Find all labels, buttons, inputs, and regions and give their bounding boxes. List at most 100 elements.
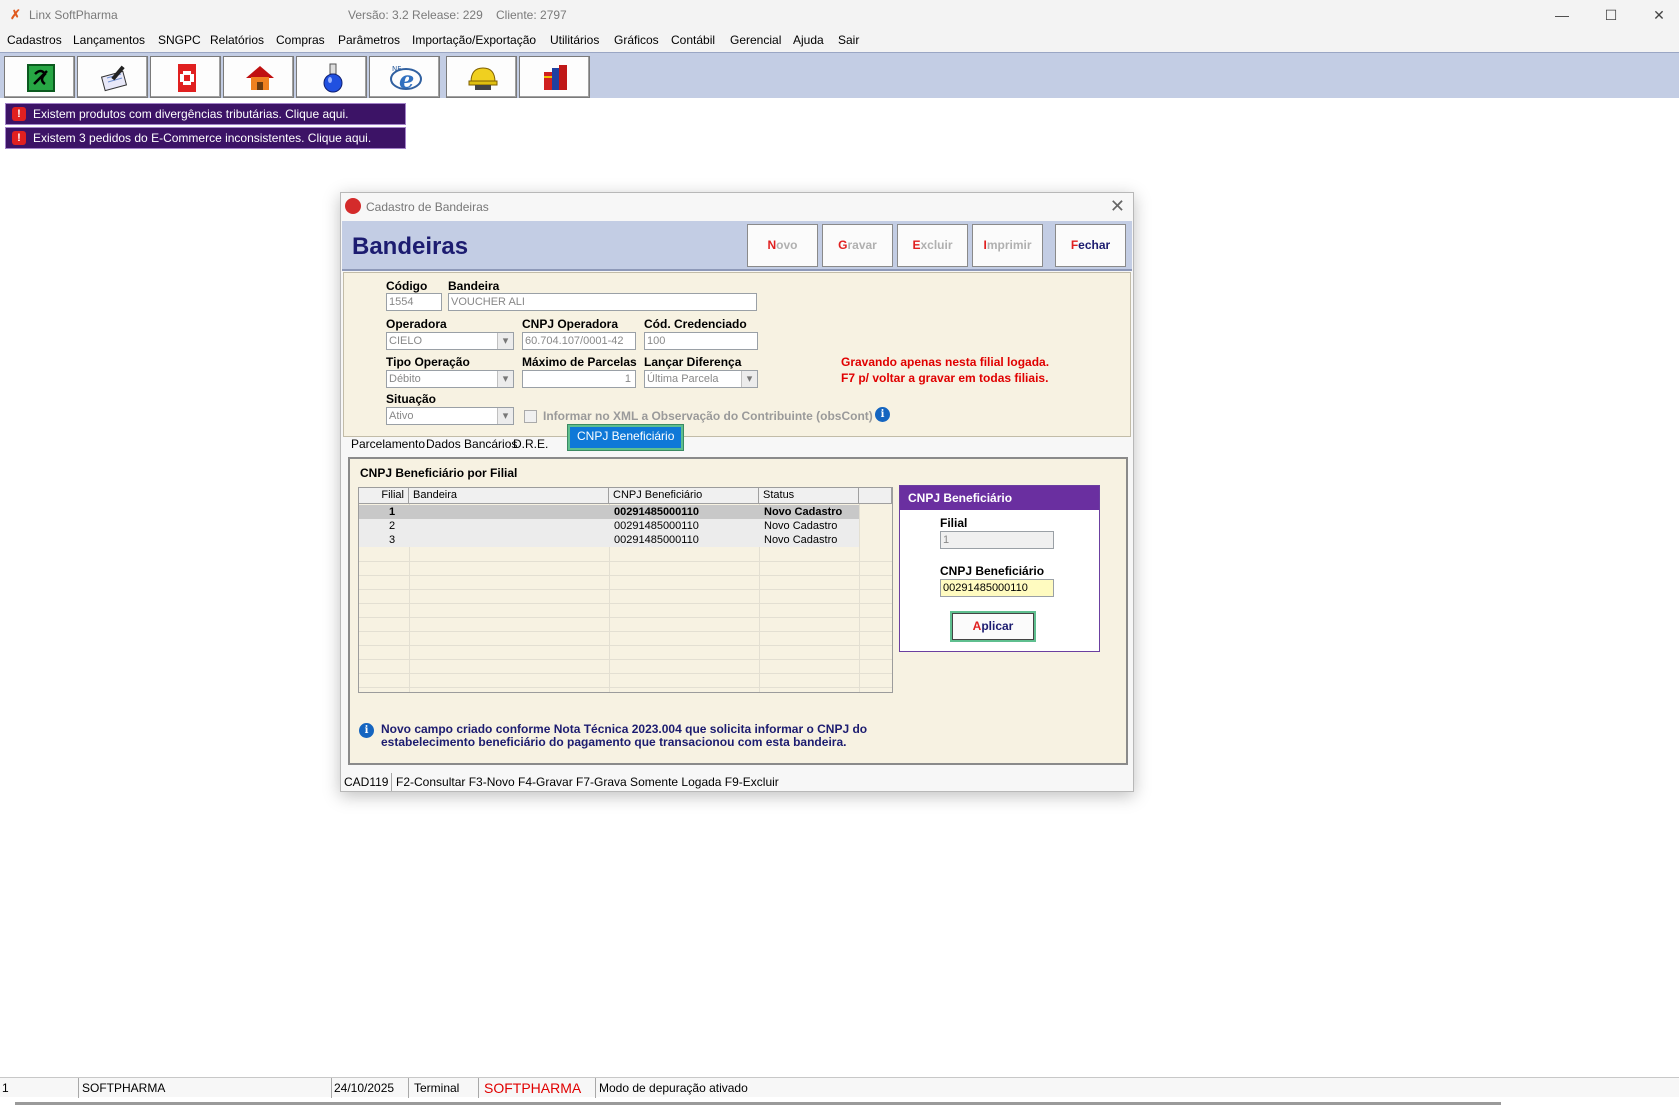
house-icon	[246, 66, 274, 90]
cnpj-beneficiario-field[interactable]: 00291485000110	[940, 579, 1054, 597]
version-label: Versão: 3.2 Release: 229	[348, 8, 483, 22]
bandeira-field[interactable]: VOUCHER ALI	[448, 293, 757, 311]
toolbar-button-laboratorio[interactable]	[296, 56, 367, 98]
operadora-select[interactable]: CIELO	[386, 332, 514, 350]
codigo-label: Código	[386, 279, 428, 293]
cash-register-icon	[27, 64, 55, 92]
menu-contabil[interactable]: Contábil	[671, 33, 715, 47]
dialog-app-icon	[345, 198, 361, 214]
tab-dre[interactable]: D.R.E.	[513, 433, 548, 455]
menu-gerencial[interactable]: Gerencial	[730, 33, 781, 47]
alert-ecommerce[interactable]: ! Existem 3 pedidos do E-Commerce incons…	[5, 127, 406, 149]
cadastro-bandeiras-dialog: Cadastro de Bandeiras ✕ Bandeiras Novo G…	[340, 192, 1134, 792]
menu-relatorios[interactable]: Relatórios	[210, 33, 264, 47]
app-logo-icon: ✗	[10, 7, 21, 22]
cnpj-edit-box: CNPJ Beneficiário Filial 1 CNPJ Benefici…	[899, 485, 1100, 652]
close-icon[interactable]: ✕	[1110, 196, 1125, 217]
cnpj-grid[interactable]: Filial Bandeira CNPJ Beneficiário Status…	[358, 487, 893, 693]
lancar-diferenca-select[interactable]: Última Parcela	[644, 370, 758, 388]
codigo-field[interactable]: 1554	[386, 293, 442, 311]
max-parcelas-field[interactable]: 1	[522, 370, 636, 388]
situacao-select[interactable]: Ativo	[386, 407, 514, 425]
status-date: 24/10/2025	[334, 1081, 395, 1095]
info-icon[interactable]: i	[875, 407, 890, 422]
safety-helmet-icon	[468, 67, 498, 90]
table-row[interactable]: 2 00291485000110 Novo Cadastro	[359, 519, 859, 533]
cnpj-beneficiario-panel: CNPJ Beneficiário por Filial Filial Band…	[348, 457, 1128, 765]
tab-cnpj-beneficiario[interactable]: CNPJ Beneficiário	[568, 425, 684, 450]
situacao-label: Situação	[386, 392, 437, 406]
dialog-header: Bandeiras Novo Gravar Excluir Imprimir F…	[342, 221, 1132, 271]
menu-ajuda[interactable]: Ajuda	[793, 33, 824, 47]
warning-line2: F7 p/ voltar a gravar em todas filiais.	[841, 371, 1049, 385]
tipo-operacao-label: Tipo Operação	[386, 355, 470, 369]
lancar-diferenca-label: Lançar Diferença	[644, 355, 742, 369]
menu-sair[interactable]: Sair	[838, 33, 859, 47]
table-row[interactable]: 1 00291485000110 Novo Cadastro	[359, 505, 859, 519]
xml-obscont-label: Informar no XML a Observação do Contribu…	[543, 409, 873, 423]
note-info-icon: i	[359, 723, 374, 738]
xml-obscont-checkbox[interactable]	[524, 410, 537, 423]
dialog-title: Cadastro de Bandeiras	[366, 200, 489, 214]
col-filial[interactable]: Filial	[359, 488, 409, 504]
excluir-button[interactable]: Excluir	[897, 224, 968, 267]
col-cnpj[interactable]: CNPJ Beneficiário	[609, 488, 759, 504]
menu-utilitarios[interactable]: Utilitários	[550, 33, 599, 47]
tab-dados-bancarios[interactable]: Dados Bancários	[426, 433, 517, 455]
client-label: Cliente: 2797	[496, 8, 567, 22]
menu-compras[interactable]: Compras	[276, 33, 325, 47]
pharmacy-cross-icon	[178, 64, 196, 92]
bandeira-form: Código 1554 Bandeira VOUCHER ALI Operado…	[343, 272, 1131, 437]
menu-sngpc[interactable]: SNGPC	[158, 33, 201, 47]
filial-field[interactable]: 1	[940, 531, 1054, 549]
menu-parametros[interactable]: Parâmetros	[338, 33, 400, 47]
horizontal-scrollbar[interactable]	[15, 1102, 1501, 1105]
toolbar-button-biblioteca[interactable]	[519, 56, 590, 98]
status-debug: Modo de depuração ativado	[599, 1081, 748, 1095]
cod-credenciado-label: Cód. Credenciado	[644, 317, 747, 331]
main-toolbar: e NF	[0, 52, 1679, 98]
svg-text:e: e	[399, 65, 414, 94]
status-terminal: Terminal	[414, 1081, 460, 1095]
toolbar-button-nfe[interactable]: e NF	[369, 56, 440, 98]
close-window-icon[interactable]: ✕	[1649, 5, 1669, 25]
alert-divergencias[interactable]: ! Existem produtos com divergências trib…	[5, 103, 406, 125]
menu-bar: Cadastros Lançamentos SNGPC Relatórios C…	[0, 30, 1679, 52]
alert-text: Existem 3 pedidos do E-Commerce inconsis…	[33, 131, 372, 145]
gravar-button[interactable]: Gravar	[822, 224, 893, 267]
page-title: Bandeiras	[352, 233, 469, 260]
tipo-operacao-select[interactable]: Débito	[386, 370, 514, 388]
aplicar-button[interactable]: Aplicar	[952, 613, 1034, 640]
shortcut-keys: F2-Consultar F3-Novo F4-Gravar F7-Grava …	[396, 775, 779, 789]
toolbar-button-manutencao[interactable]	[446, 56, 517, 98]
maximize-icon[interactable]: ☐	[1601, 5, 1621, 25]
col-status[interactable]: Status	[759, 488, 859, 504]
table-row[interactable]: 3 00291485000110 Novo Cadastro	[359, 533, 859, 547]
col-filler	[859, 488, 892, 504]
tab-parcelamento[interactable]: Parcelamento	[351, 433, 425, 455]
bandeira-label: Bandeira	[448, 279, 500, 293]
cod-credenciado-field[interactable]: 100	[644, 332, 758, 350]
toolbar-button-caixa[interactable]	[4, 56, 75, 98]
cnpj-operadora-field[interactable]: 60.704.107/0001-42	[522, 332, 636, 350]
menu-cadastros[interactable]: Cadastros	[7, 33, 62, 47]
col-bandeira[interactable]: Bandeira	[409, 488, 609, 504]
cnpj-beneficiario-label: CNPJ Beneficiário	[940, 564, 1045, 578]
toolbar-button-farmacia[interactable]	[150, 56, 221, 98]
menu-importacao-exportacao[interactable]: Importação/Exportação	[412, 33, 536, 47]
operadora-label: Operadora	[386, 317, 447, 331]
menu-graficos[interactable]: Gráficos	[614, 33, 659, 47]
toolbar-button-loja[interactable]	[223, 56, 294, 98]
toolbar-button-notepad[interactable]	[77, 56, 148, 98]
fechar-button[interactable]: Fechar	[1055, 224, 1126, 267]
max-parcelas-label: Máximo de Parcelas	[522, 355, 637, 369]
warning-line1: Gravando apenas nesta filial logada.	[841, 355, 1050, 369]
notepad-pen-icon	[100, 65, 128, 92]
minimize-icon[interactable]: —	[1552, 5, 1572, 25]
status-user: SOFTPHARMA	[82, 1081, 166, 1095]
imprimir-button[interactable]: Imprimir	[972, 224, 1043, 267]
menu-lancamentos[interactable]: Lançamentos	[73, 33, 145, 47]
novo-button[interactable]: Novo	[747, 224, 818, 267]
nfe-icon: eNF	[390, 65, 422, 94]
cnpj-operadora-label: CNPJ Operadora	[522, 317, 619, 331]
